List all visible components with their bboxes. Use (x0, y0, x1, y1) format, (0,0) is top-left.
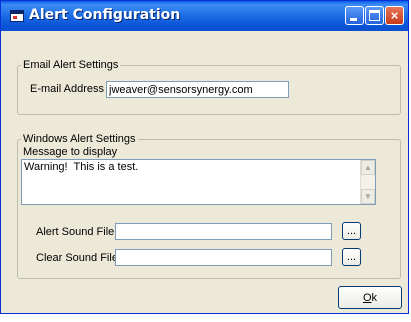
message-label: Message to display (23, 146, 118, 158)
maximize-button[interactable] (365, 6, 384, 25)
close-icon: × (390, 8, 399, 23)
email-address-label: E-mail Address (30, 83, 104, 95)
maximize-icon (369, 10, 380, 21)
message-textarea[interactable]: Warning! This is a test. (21, 159, 376, 205)
scroll-up-icon[interactable]: ▲ (361, 160, 375, 175)
close-button[interactable]: × (385, 6, 404, 25)
scroll-down-icon[interactable]: ▼ (361, 189, 375, 204)
windows-group-legend: Windows Alert Settings (23, 133, 136, 145)
title-bar[interactable]: Alert Configuration × (1, 1, 408, 31)
clear-sound-label: Clear Sound File (36, 252, 118, 264)
minimize-button[interactable] (345, 6, 364, 25)
email-address-input[interactable] (106, 81, 289, 98)
minimize-icon (350, 18, 357, 21)
ok-mnemonic: O (362, 292, 372, 304)
clear-sound-input[interactable] (115, 249, 332, 266)
ok-label-rest: k (371, 292, 378, 304)
email-group-legend: Email Alert Settings (23, 59, 119, 71)
clear-sound-browse-button[interactable]: ... (342, 248, 361, 266)
alert-sound-input[interactable] (115, 223, 332, 240)
alert-sound-browse-button[interactable]: ... (342, 222, 361, 240)
alert-sound-label: Alert Sound File (36, 226, 115, 238)
ok-button[interactable]: Ok (338, 286, 402, 309)
alert-configuration-window: Alert Configuration × Email Alert Settin… (0, 0, 409, 314)
window-title: Alert Configuration (29, 7, 181, 23)
message-scrollbar[interactable]: ▲ ▼ (360, 160, 375, 204)
app-icon (10, 10, 24, 22)
